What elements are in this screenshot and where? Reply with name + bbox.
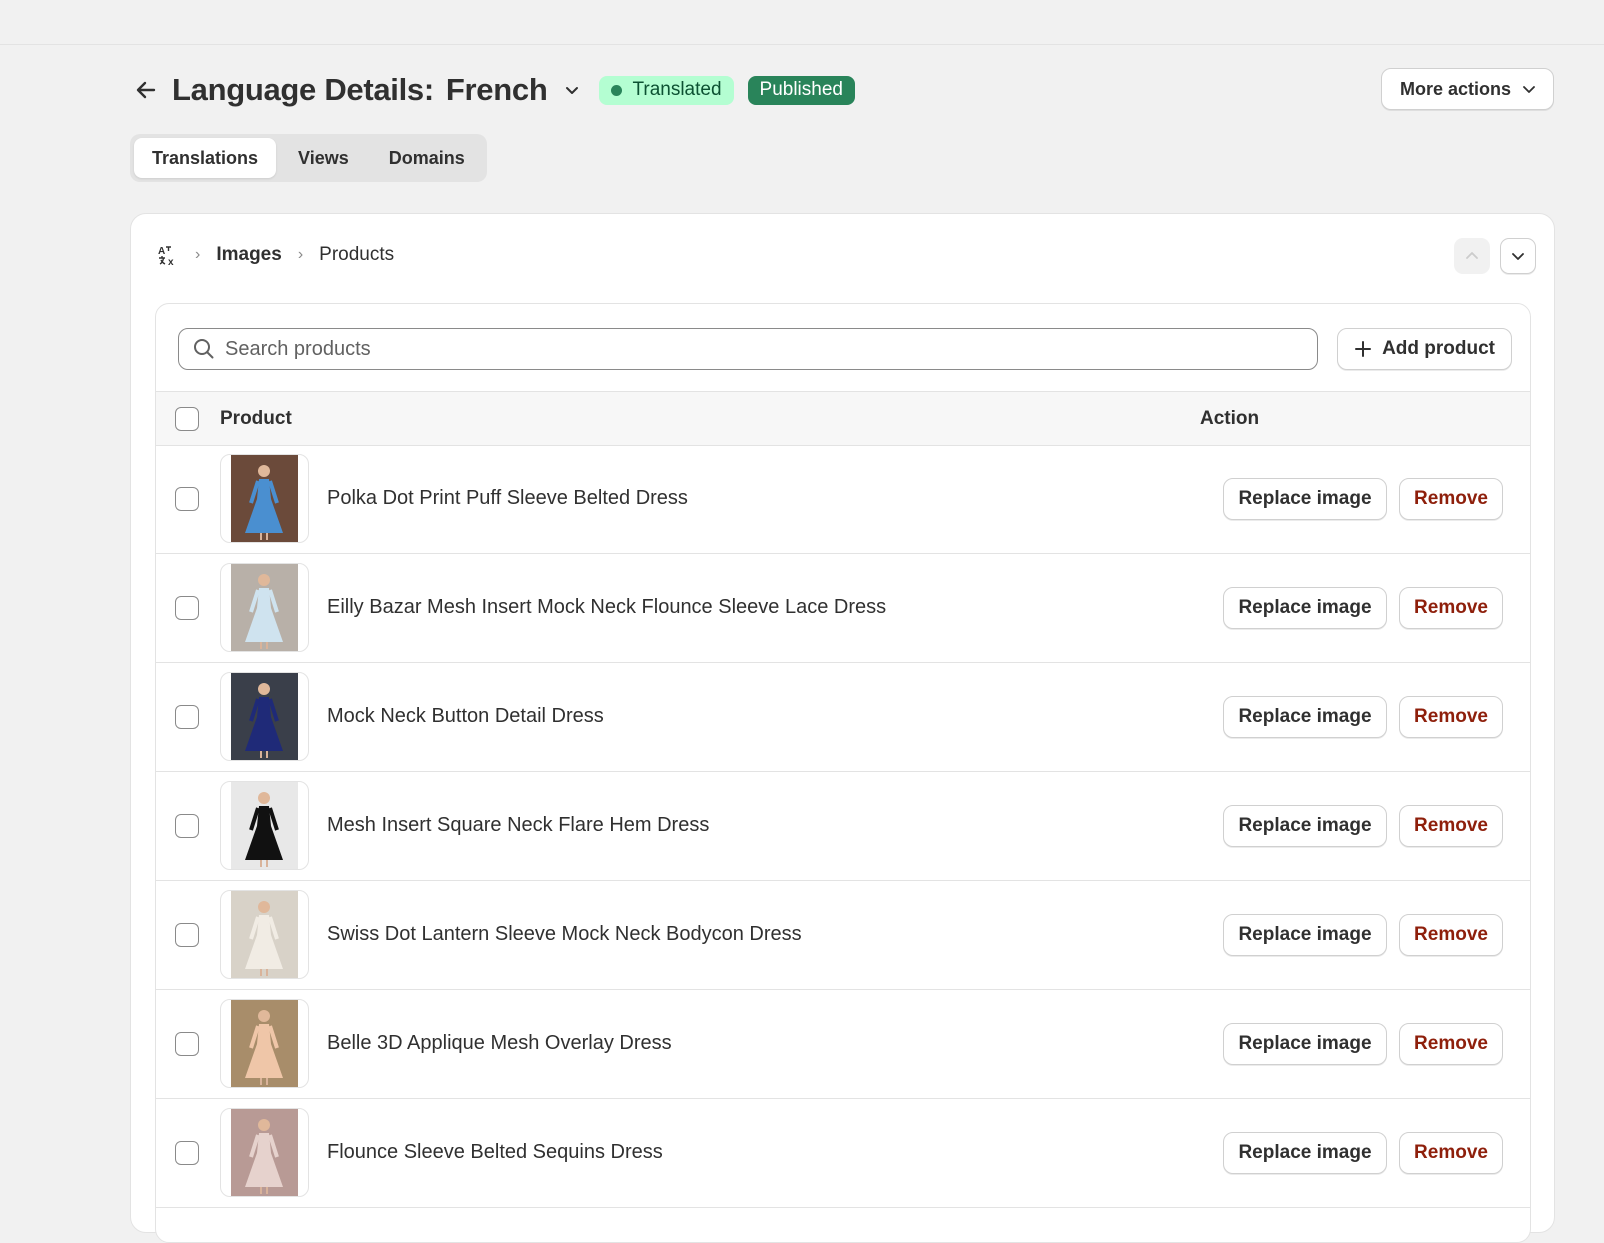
back-button[interactable] <box>130 74 162 106</box>
product-thumbnail <box>220 454 309 543</box>
search-field[interactable] <box>178 328 1318 370</box>
page-title: Language Details: French <box>172 72 548 108</box>
more-actions-label: More actions <box>1399 78 1511 99</box>
replace-image-button[interactable]: Replace image <box>1223 696 1387 738</box>
product-image <box>231 1109 298 1196</box>
replace-image-button[interactable]: Replace image <box>1223 805 1387 847</box>
replace-image-button[interactable]: Replace image <box>1223 1132 1387 1174</box>
row-checkbox[interactable] <box>175 1032 199 1056</box>
row-checkbox[interactable] <box>175 1141 199 1165</box>
remove-button[interactable]: Remove <box>1399 914 1503 956</box>
product-name: Swiss Dot Lantern Sleeve Mock Neck Bodyc… <box>327 923 802 945</box>
product-name: Belle 3D Applique Mesh Overlay Dress <box>327 1032 672 1054</box>
row-checkbox[interactable] <box>175 814 199 838</box>
row-checkbox[interactable] <box>175 705 199 729</box>
product-image <box>231 455 298 542</box>
products-table-card: Add product Product Action Polka Dot Pri… <box>155 303 1531 1243</box>
row-checkbox[interactable] <box>175 923 199 947</box>
table-row: Flounce Sleeve Belted Sequins Dress Repl… <box>156 1099 1530 1208</box>
chevron-down-icon <box>1523 86 1535 93</box>
tab-translations[interactable]: Translations <box>134 138 277 178</box>
arrow-left-icon <box>136 81 156 99</box>
remove-button[interactable]: Remove <box>1399 696 1503 738</box>
breadcrumb: A x › Images › Products <box>157 240 394 270</box>
tab-views[interactable]: Views <box>280 138 367 178</box>
translate-icon: A x <box>158 246 174 266</box>
table-row: Belle 3D Applique Mesh Overlay Dress Rep… <box>156 990 1530 1099</box>
table-header: Product Action <box>156 391 1530 446</box>
search-row: Add product <box>178 328 1512 370</box>
table-row: Swiss Dot Lantern Sleeve Mock Neck Bodyc… <box>156 881 1530 990</box>
remove-button[interactable]: Remove <box>1399 1023 1503 1065</box>
status-badge-published: Published <box>747 75 855 105</box>
search-icon <box>194 339 214 359</box>
table-row: Eilly Bazar Mesh Insert Mock Neck Flounc… <box>156 554 1530 663</box>
product-image <box>231 673 298 760</box>
replace-image-button[interactable]: Replace image <box>1223 914 1387 956</box>
column-header-product: Product <box>220 408 292 429</box>
product-thumbnail <box>220 999 309 1088</box>
tab-domains[interactable]: Domains <box>371 138 483 178</box>
breadcrumb-products: Products <box>319 244 395 265</box>
table-row: Mesh Insert Square Neck Flare Hem Dress … <box>156 772 1530 881</box>
column-header-action: Action <box>1200 408 1260 429</box>
add-product-button[interactable]: Add product <box>1337 328 1512 370</box>
page-title-language: French <box>445 72 548 107</box>
breadcrumb-images-link[interactable]: Images <box>216 244 281 266</box>
product-name: Mock Neck Button Detail Dress <box>327 705 604 727</box>
chevron-up-icon <box>1466 252 1478 259</box>
status-badge-translated: Translated <box>599 75 734 105</box>
status-badge-translated-label: Translated <box>632 79 722 100</box>
replace-image-button[interactable]: Replace image <box>1223 1023 1387 1065</box>
breadcrumb-separator-icon: › <box>195 246 201 263</box>
product-thumbnail <box>220 890 309 979</box>
remove-button[interactable]: Remove <box>1399 478 1503 520</box>
svg-text:x: x <box>168 257 174 266</box>
add-product-label: Add product <box>1382 338 1495 359</box>
status-badge-published-label: Published <box>759 79 843 100</box>
record-navigation <box>1454 238 1536 274</box>
product-thumbnail <box>220 1108 309 1197</box>
page-header: Language Details: French Translated Publi… <box>130 68 1554 112</box>
row-checkbox[interactable] <box>175 596 199 620</box>
remove-button[interactable]: Remove <box>1399 1132 1503 1174</box>
status-dot-icon <box>611 84 623 96</box>
breadcrumb-separator-icon: › <box>297 246 304 263</box>
language-dropdown-button[interactable] <box>557 75 587 105</box>
previous-button[interactable] <box>1454 238 1490 274</box>
product-thumbnail <box>220 672 309 761</box>
product-name: Flounce Sleeve Belted Sequins Dress <box>327 1141 663 1163</box>
select-all-checkbox[interactable] <box>175 407 199 431</box>
product-image <box>231 891 298 978</box>
content-card: A x › Images › Products Search products … <box>130 213 1555 1243</box>
remove-button[interactable]: Remove <box>1399 805 1503 847</box>
product-image <box>231 782 298 869</box>
product-thumbnail <box>220 781 309 870</box>
chevron-down-icon <box>566 87 579 94</box>
replace-image-button[interactable]: Replace image <box>1223 587 1387 629</box>
plus-icon <box>1355 341 1372 357</box>
product-image <box>231 564 298 651</box>
page-title-prefix: Language Details: <box>172 72 434 107</box>
top-bar <box>0 0 1604 45</box>
product-name: Mesh Insert Square Neck Flare Hem Dress <box>327 814 710 836</box>
table-row: Mock Neck Button Detail Dress Replace im… <box>156 663 1530 772</box>
product-image <box>231 1000 298 1087</box>
tab-bar: Translations Views Domains <box>130 134 487 182</box>
product-name: Eilly Bazar Mesh Insert Mock Neck Flounc… <box>327 596 887 618</box>
next-button[interactable] <box>1500 238 1536 274</box>
replace-image-button[interactable]: Replace image <box>1223 478 1387 520</box>
table-row: Polka Dot Print Puff Sleeve Belted Dress… <box>156 445 1530 554</box>
svg-text:A: A <box>158 246 165 257</box>
more-actions-button[interactable]: More actions <box>1380 68 1554 110</box>
chevron-down-icon <box>1512 253 1524 260</box>
product-name: Polka Dot Print Puff Sleeve Belted Dress <box>327 487 688 509</box>
remove-button[interactable]: Remove <box>1399 587 1503 629</box>
search-input[interactable] <box>225 337 1305 361</box>
row-checkbox[interactable] <box>175 487 199 511</box>
product-thumbnail <box>220 563 309 652</box>
